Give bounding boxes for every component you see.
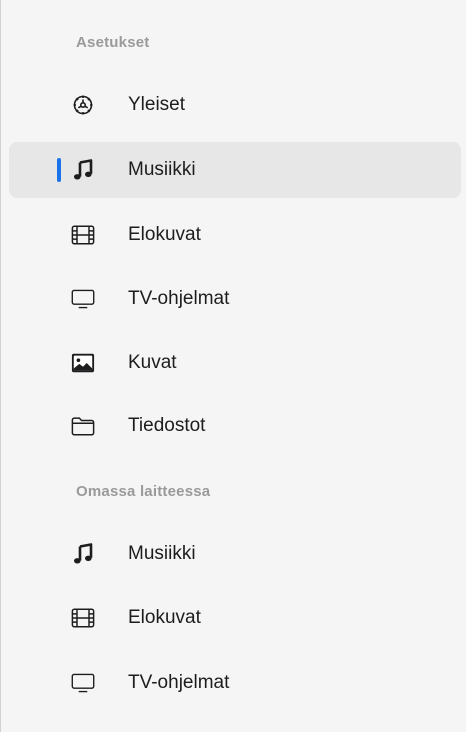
sidebar-item-label: Elokuvat xyxy=(128,224,201,245)
film-icon xyxy=(71,223,95,247)
section-title-on-device: Omassa laitteessa xyxy=(76,483,211,500)
sidebar-item-label: TV-ohjelmat xyxy=(128,288,230,309)
sidebar-item-device-movies[interactable]: Elokuvat xyxy=(9,590,461,646)
sidebar-item-label: TV-ohjelmat xyxy=(128,672,230,693)
sidebar-item-photos[interactable]: Kuvat xyxy=(9,335,461,391)
music-note-icon xyxy=(71,542,95,566)
photo-icon xyxy=(71,351,95,375)
sidebar-item-label: Yleiset xyxy=(128,94,186,115)
sidebar-item-device-music[interactable]: Musiikki xyxy=(9,526,461,582)
tv-icon xyxy=(71,671,95,695)
selection-indicator xyxy=(57,158,61,182)
sidebar-item-movies[interactable]: Elokuvat xyxy=(9,207,461,263)
sidebar-item-label: Elokuvat xyxy=(128,607,201,628)
sidebar-item-files[interactable]: Tiedostot xyxy=(9,398,461,454)
folder-icon xyxy=(71,414,95,438)
sidebar-item-label: Musiikki xyxy=(128,159,196,180)
sidebar-item-label: Musiikki xyxy=(128,543,196,564)
sidebar-item-tv-shows[interactable]: TV-ohjelmat xyxy=(9,271,461,327)
section-title-settings: Asetukset xyxy=(76,34,150,51)
sidebar-item-device-tv-shows[interactable]: TV-ohjelmat xyxy=(9,655,461,711)
sidebar-item-music[interactable]: Musiikki xyxy=(9,142,461,198)
tv-icon xyxy=(71,287,95,311)
sidebar-item-label: Kuvat xyxy=(128,352,177,373)
music-note-icon xyxy=(71,158,95,182)
gear-icon xyxy=(71,93,95,117)
sidebar-item-general[interactable]: Yleiset xyxy=(9,77,461,133)
sidebar-item-label: Tiedostot xyxy=(128,415,206,436)
film-icon xyxy=(71,606,95,630)
sidebar: Asetukset Yleiset Musiikki Elokuvat TV-o… xyxy=(0,0,466,732)
